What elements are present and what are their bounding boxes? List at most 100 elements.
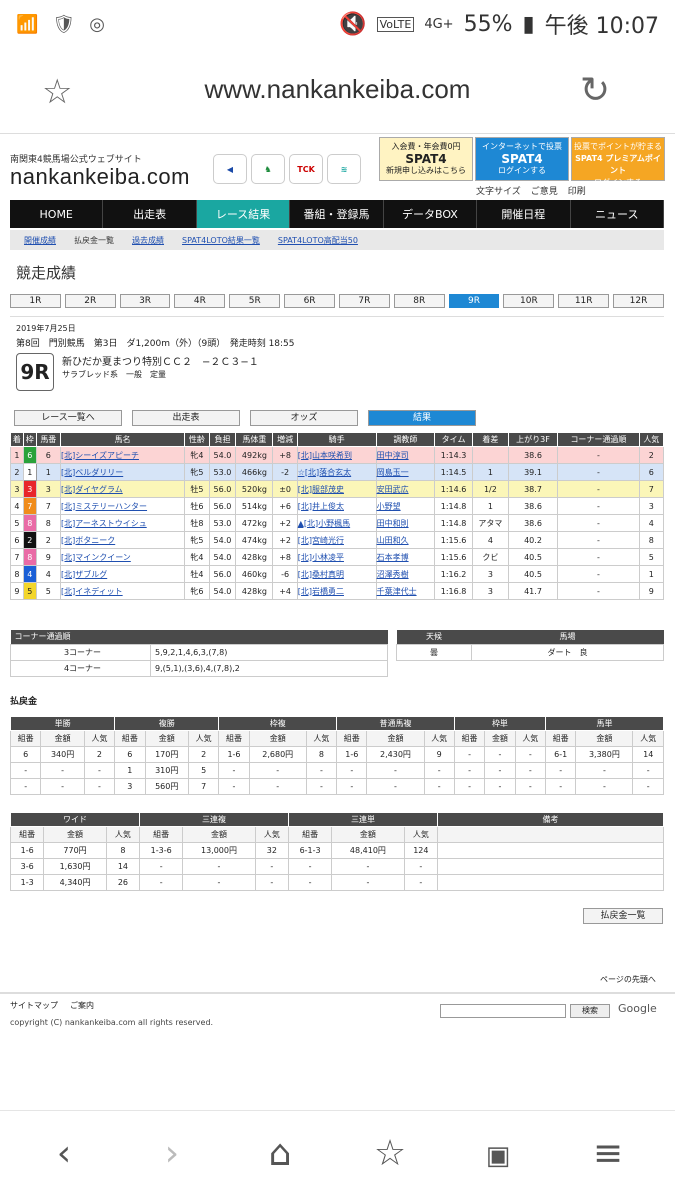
table-cell[interactable]: [北]ダイヤグラム <box>59 480 186 498</box>
race-tab[interactable]: 9R <box>448 294 500 308</box>
subnav-loto-high[interactable]: SPAT4LOTO高配当50 <box>278 235 358 246</box>
race-tab[interactable]: 3R <box>119 294 171 308</box>
race-tab[interactable]: 2R <box>64 294 116 308</box>
table-cell: 38.6 <box>507 514 559 532</box>
back-icon[interactable]: ‹ <box>34 1133 94 1174</box>
table-cell[interactable]: 田中和則 <box>375 514 436 532</box>
url-field[interactable]: www.nankankeiba.com <box>0 74 675 105</box>
table-cell[interactable]: [北]ザブルグ <box>59 565 186 583</box>
text-size-button[interactable]: 文字サイズ <box>476 184 521 197</box>
table-cell[interactable]: [北]アーネストウイシュ <box>59 514 186 532</box>
table-cell: 9 <box>35 548 61 566</box>
race-tab[interactable]: 12R <box>613 294 664 308</box>
table-cell: +8 <box>272 548 298 566</box>
nav-news[interactable]: ニュース <box>571 200 664 228</box>
subnav-payout-list[interactable]: 払戻金一覧 <box>74 235 114 246</box>
track-logo-1[interactable]: ◀ <box>213 154 247 184</box>
table-cell[interactable]: 沼澤秀樹 <box>375 565 436 583</box>
feedback-button[interactable]: ご意見 <box>531 184 558 197</box>
table-cell[interactable]: [北]ベルダリリー <box>59 463 186 481</box>
table-cell[interactable]: [北]服部茂史 <box>296 480 377 498</box>
table-cell[interactable]: [北]マインクイーン <box>59 548 186 566</box>
home-icon[interactable]: ⌂ <box>250 1133 310 1174</box>
main-nav: HOME 出走表 レース結果 番組・登録馬 データBOX 開催日程 ニュース <box>10 200 664 228</box>
table-cell[interactable]: 小野望 <box>375 497 436 515</box>
table-cell: 牡5 <box>184 480 210 498</box>
table-cell[interactable]: [北]小林凌平 <box>296 548 377 566</box>
table-cell[interactable]: 石本孝博 <box>375 548 436 566</box>
race-tab[interactable]: 11R <box>558 294 610 308</box>
table-cell[interactable]: 田中淳司 <box>375 446 436 464</box>
race-tab[interactable]: 8R <box>393 294 445 308</box>
table-cell: 7 <box>35 497 61 515</box>
results-header: 増減 <box>272 432 298 447</box>
race-info: 2019年7月25日 第8回 門別競馬 第3日 ダ1,200m（外）（9頭） 発… <box>10 316 664 398</box>
race-tab[interactable]: 1R <box>10 294 61 308</box>
subnav-loto-results[interactable]: SPAT4LOTO結果一覧 <box>182 235 260 246</box>
sitemap-link[interactable]: サイトマップ <box>10 1000 58 1011</box>
footer: サイトマップ ご案内 copyright (C) nankankeiba.com … <box>0 992 675 1027</box>
table-cell: 40.5 <box>507 548 559 566</box>
ad-spat4-premium[interactable]: 投票でポイントが貯まる SPAT4 プレミアムポイント ログインする <box>571 137 665 187</box>
ad-spat4-join[interactable]: 入会費・年会費0円 SPAT4 新規申し込みはこちら <box>379 137 473 181</box>
payout-sub-label: 金額 <box>484 730 516 747</box>
race-tab[interactable]: 7R <box>338 294 390 308</box>
race-tab[interactable]: 4R <box>174 294 226 308</box>
race-tab[interactable]: 6R <box>284 294 335 308</box>
table-cell: 1:14.5 <box>434 463 474 481</box>
subnav-past-results[interactable]: 過去成績 <box>132 235 164 246</box>
nav-home[interactable]: HOME <box>10 200 104 228</box>
reload-icon[interactable]: ↻ <box>580 70 610 111</box>
table-cell[interactable]: [北]山本咲希到 <box>296 446 377 464</box>
search-button[interactable]: 検索 <box>570 1004 610 1018</box>
race-list-button[interactable]: レース一覧へ <box>14 410 122 426</box>
menu-icon[interactable]: ≡ <box>578 1133 638 1174</box>
payout-sub-label: 組番 <box>139 826 184 843</box>
payout-group-header: 馬単 <box>545 716 664 731</box>
nav-programs[interactable]: 番組・登録馬 <box>290 200 384 228</box>
payout-cell: 560円 <box>144 778 189 795</box>
table-cell[interactable]: [北]ボタニーク <box>59 531 186 549</box>
payout-group-header: 枠複 <box>218 716 338 731</box>
table-cell[interactable]: [北]岩橋勇二 <box>296 582 377 600</box>
nav-results[interactable]: レース結果 <box>196 200 291 228</box>
guide-link[interactable]: ご案内 <box>70 1000 94 1011</box>
table-cell[interactable]: 安田武広 <box>375 480 436 498</box>
track-logo-4[interactable]: ≋ <box>327 154 361 184</box>
search-input[interactable] <box>440 1004 566 1018</box>
table-cell[interactable]: 千葉津代士 <box>375 582 436 600</box>
nav-entries[interactable]: 出走表 <box>103 200 197 228</box>
page-top-link[interactable]: ページの先頭へ <box>600 974 656 985</box>
results-button[interactable]: 結果 <box>368 410 476 426</box>
table-cell[interactable]: ☆[北]落合玄太 <box>296 463 377 481</box>
table-cell[interactable]: 岡島玉一 <box>375 463 436 481</box>
nav-schedule[interactable]: 開催日程 <box>477 200 571 228</box>
table-cell: 53.0 <box>208 514 237 532</box>
site-logo[interactable]: nankankeiba.com <box>10 164 190 190</box>
race-tab[interactable]: 10R <box>503 294 555 308</box>
table-cell[interactable]: [北]イネディット <box>59 582 186 600</box>
ad-spat4-login[interactable]: インターネットで投票 SPAT4 ログインする <box>475 137 569 181</box>
payout-cell: 2,430円 <box>366 746 425 763</box>
track-logo-tck[interactable]: TCK <box>289 154 323 184</box>
table-cell: 5 <box>22 582 37 600</box>
table-cell[interactable]: [北]ミステリーハンター <box>59 497 186 515</box>
payout-list-button[interactable]: 払戻金一覧 <box>583 908 663 924</box>
table-cell[interactable]: ▲[北]小野楓馬 <box>296 514 377 532</box>
forward-icon[interactable]: › <box>142 1133 202 1174</box>
table-cell[interactable]: [北]井上俊太 <box>296 497 377 515</box>
table-cell[interactable]: 山田和久 <box>375 531 436 549</box>
odds-button[interactable]: オッズ <box>250 410 358 426</box>
race-tab[interactable]: 5R <box>229 294 281 308</box>
payout-cell: 2,680円 <box>248 746 307 763</box>
print-button[interactable]: 印刷 <box>568 184 586 197</box>
table-cell[interactable]: [北]シーイズアピーチ <box>59 446 186 464</box>
table-cell[interactable]: [北]宮崎光行 <box>296 531 377 549</box>
nav-databox[interactable]: データBOX <box>384 200 478 228</box>
table-cell[interactable]: [北]桑村真明 <box>296 565 377 583</box>
tabs-icon[interactable]: ▣ <box>468 1141 528 1171</box>
track-logo-2[interactable]: ♞ <box>251 154 285 184</box>
bookmarks-icon[interactable]: ☆ <box>360 1133 420 1174</box>
subnav-meeting-results[interactable]: 開催成績 <box>24 235 56 246</box>
entries-button[interactable]: 出走表 <box>132 410 240 426</box>
